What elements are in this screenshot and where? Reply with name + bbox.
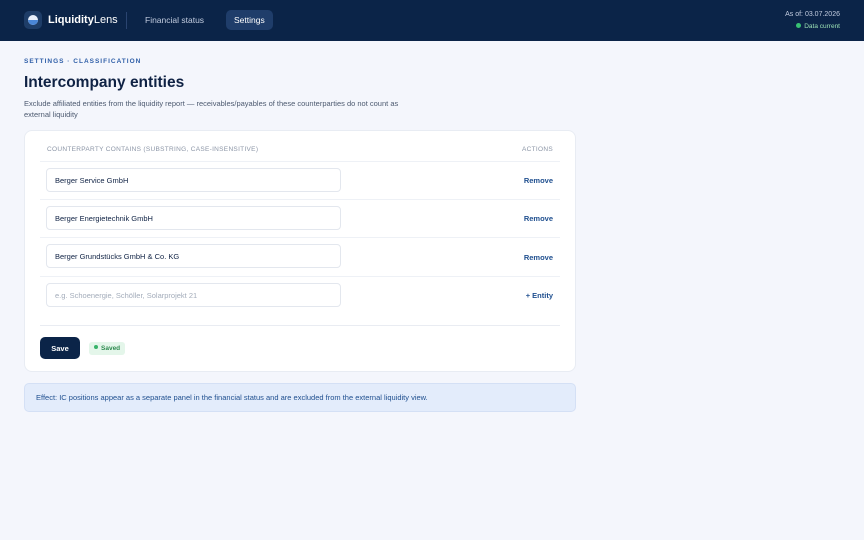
remove-button[interactable]: Remove [524,214,553,223]
brand-name: LiquidityLens [48,14,118,26]
page-title: Intercompany entities [24,74,185,91]
new-entity-input[interactable] [46,283,341,307]
nav-financial-status[interactable]: Financial status [137,10,212,30]
column-header-counterparty: COUNTERPARTY CONTAINS (SUBSTRING, CASE-I… [47,146,259,153]
row-divider [40,276,560,277]
nav-divider [126,12,127,29]
nav-settings[interactable]: Settings [226,10,273,30]
breadcrumb: SETTINGS · CLASSIFICATION [24,58,142,65]
row-divider [40,237,560,238]
column-header-actions: ACTIONS [522,146,553,153]
entity-input[interactable] [46,206,341,230]
add-entity-button[interactable]: + Entity [526,291,553,300]
info-banner: Effect: IC positions appear as a separat… [24,383,576,412]
status-dot-icon [796,23,802,28]
top-bar: LiquidityLens Financial status Settings … [0,0,864,41]
entity-input[interactable] [46,168,341,192]
as-of-date: As of: 03.07.2026 [785,11,840,18]
saved-badge: Saved [89,342,126,355]
data-status: Data current [796,23,840,30]
logo-icon [24,11,42,29]
entities-card: COUNTERPARTY CONTAINS (SUBSTRING, CASE-I… [24,130,576,372]
entity-input[interactable] [46,244,341,268]
footer-divider [40,325,560,326]
row-divider [40,161,560,162]
save-button[interactable]: Save [40,337,80,359]
remove-button[interactable]: Remove [524,176,553,185]
page-description: Exclude affiliated entities from the liq… [24,99,399,119]
saved-dot-icon [94,345,98,349]
remove-button[interactable]: Remove [524,253,553,262]
row-divider [40,199,560,200]
